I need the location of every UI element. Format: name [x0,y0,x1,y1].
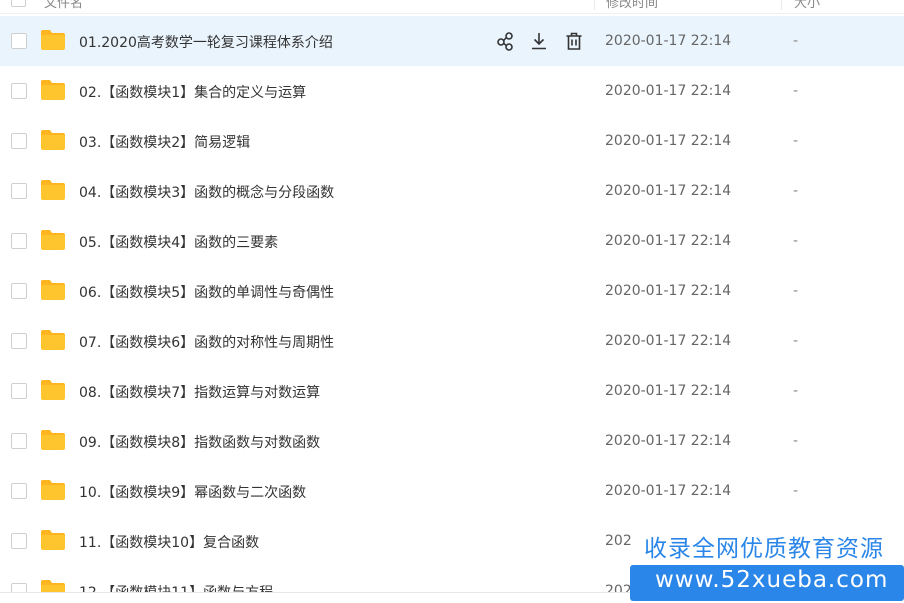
modified-time: 2020-01-17 22:14 [605,333,732,349]
file-size: - [793,283,799,299]
file-name-link[interactable]: 07.【函数模块6】函数的对称性与周期性 [79,332,334,352]
table-row[interactable]: 01.2020高考数学一轮复习课程体系介绍 2020-01-17 22:14 - [0,16,904,66]
table-row[interactable]: 02.【函数模块1】集合的定义与运算 2020-01-17 22:14 - [0,66,904,116]
file-name-link[interactable]: 02.【函数模块1】集合的定义与运算 [79,82,306,102]
file-size: - [793,483,799,499]
file-name-link[interactable]: 09.【函数模块8】指数函数与对数函数 [79,432,320,452]
table-row[interactable]: 05.【函数模块4】函数的三要素 2020-01-17 22:14 - [0,216,904,266]
sort-arrow-icon[interactable]: ↓ [576,0,584,2]
file-name-link[interactable]: 11.【函数模块10】复合函数 [79,532,259,552]
file-name-link[interactable]: 08.【函数模块7】指数运算与对数运算 [79,382,320,402]
list-header: 文件名 ↓ 修改时间 大小 [0,0,904,14]
folder-icon [40,429,66,451]
file-size: - [793,183,799,199]
folder-icon [40,129,66,151]
watermark-url: www.52xueba.com [655,567,889,593]
file-name-link[interactable]: 05.【函数模块4】函数的三要素 [79,232,278,252]
column-divider[interactable] [594,0,595,10]
folder-icon [40,379,66,401]
row-checkbox[interactable] [11,383,27,399]
modified-time: 2020-01-17 22:14 [605,283,732,299]
folder-icon [40,479,66,501]
file-list: 01.2020高考数学一轮复习课程体系介绍 2020-01-17 22:14-02… [0,16,904,603]
table-row[interactable]: 09.【函数模块8】指数函数与对数函数 2020-01-17 22:14 - [0,416,904,466]
folder-icon [40,79,66,101]
modified-time: 2020-01-17 22:14 [605,483,732,499]
row-checkbox[interactable] [11,533,27,549]
watermark-slogan: 收录全网优质教育资源 [644,536,884,562]
table-row[interactable]: 07.【函数模块6】函数的对称性与周期性 2020-01-17 22:14 - [0,316,904,366]
row-checkbox[interactable] [11,183,27,199]
modified-time: 2020-01-17 22:14 [605,83,732,99]
file-name-link[interactable]: 01.2020高考数学一轮复习课程体系介绍 [79,32,333,52]
column-header-modified-time[interactable]: 修改时间 [606,0,658,11]
folder-icon [40,229,66,251]
row-checkbox[interactable] [11,483,27,499]
file-size: - [793,133,799,149]
select-all-checkbox[interactable] [11,0,26,7]
modified-time: 2020-01-17 22:14 [605,33,732,49]
table-row[interactable]: 08.【函数模块7】指数运算与对数运算 2020-01-17 22:14 - [0,366,904,416]
file-name-link[interactable]: 10.【函数模块9】幂函数与二次函数 [79,482,306,502]
file-name-link[interactable]: 03.【函数模块2】简易逻辑 [79,132,250,152]
modified-time: 202 [605,533,632,549]
table-row[interactable]: 10.【函数模块9】幂函数与二次函数 2020-01-17 22:14 - [0,466,904,516]
file-name-link[interactable]: 04.【函数模块3】函数的概念与分段函数 [79,182,334,202]
row-checkbox[interactable] [11,83,27,99]
share-icon[interactable] [494,30,516,52]
folder-icon [40,329,66,351]
modified-time: 2020-01-17 22:14 [605,133,732,149]
row-checkbox[interactable] [11,133,27,149]
modified-time: 2020-01-17 22:14 [605,183,732,199]
folder-icon [40,529,66,551]
file-name-link[interactable]: 06.【函数模块5】函数的单调性与奇偶性 [79,282,334,302]
folder-icon [40,279,66,301]
row-checkbox[interactable] [11,233,27,249]
table-row[interactable]: 04.【函数模块3】函数的概念与分段函数 2020-01-17 22:14 - [0,166,904,216]
modified-time: 2020-01-17 22:14 [605,433,732,449]
column-divider[interactable] [781,0,782,10]
table-row[interactable]: 03.【函数模块2】简易逻辑 2020-01-17 22:14 - [0,116,904,166]
folder-icon [40,179,66,201]
download-icon[interactable] [528,30,550,52]
file-size: - [793,33,799,49]
row-checkbox[interactable] [11,33,27,49]
row-checkbox[interactable] [11,433,27,449]
file-size: - [793,333,799,349]
trash-icon[interactable] [563,30,585,52]
modified-time: 2020-01-17 22:14 [605,383,732,399]
watermark: 收录全网优质教育资源 www.52xueba.com [630,525,904,603]
file-list-view: 文件名 ↓ 修改时间 大小 01.2020高考数学一轮复习课程体系介绍 2020-… [0,0,904,603]
modified-time: 2020-01-17 22:14 [605,233,732,249]
folder-icon [40,29,66,51]
row-checkbox[interactable] [11,283,27,299]
file-size: - [793,233,799,249]
file-size: - [793,83,799,99]
column-header-size[interactable]: 大小 [794,0,820,11]
column-header-name[interactable]: 文件名 [44,0,83,11]
table-row[interactable]: 06.【函数模块5】函数的单调性与奇偶性 2020-01-17 22:14 - [0,266,904,316]
file-size: - [793,433,799,449]
file-size: - [793,383,799,399]
row-checkbox[interactable] [11,333,27,349]
